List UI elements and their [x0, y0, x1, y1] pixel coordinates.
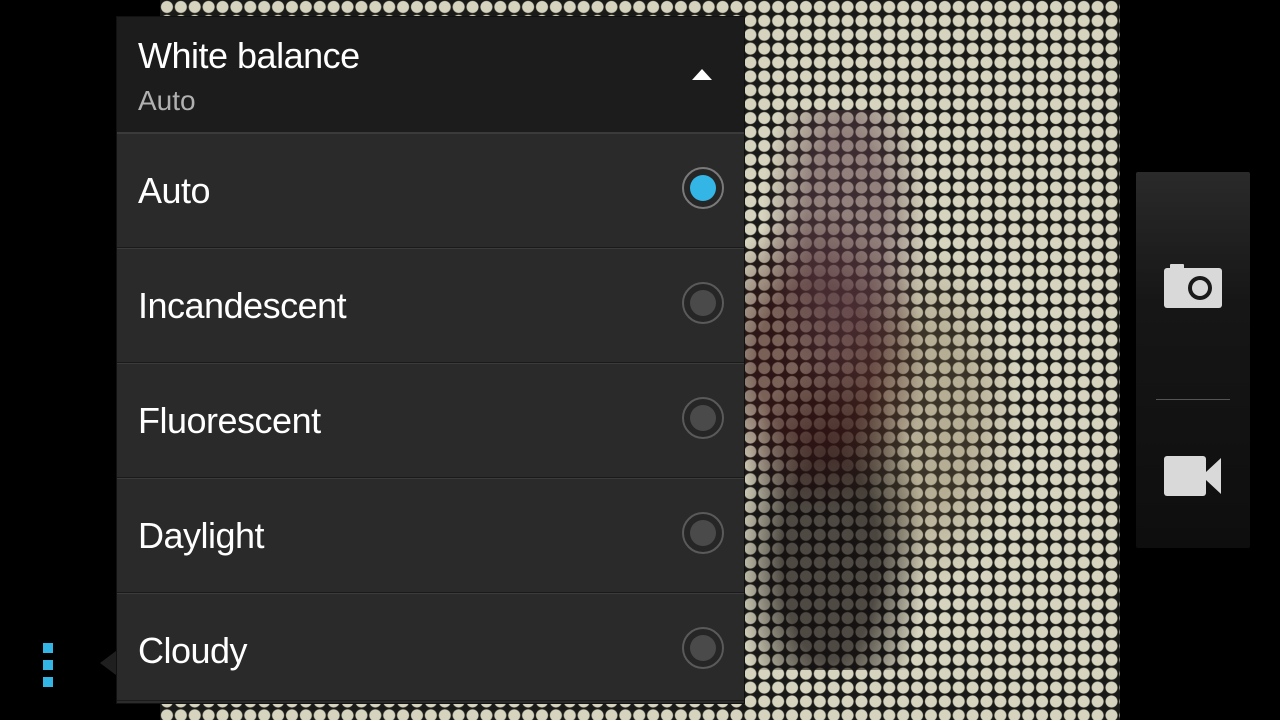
mode-switcher [1136, 172, 1250, 548]
video-camera-icon[interactable] [1164, 454, 1222, 498]
popup-current-value: Auto [138, 85, 196, 116]
popup-header[interactable]: White balance Auto [117, 17, 744, 133]
popup-pointer [100, 651, 116, 675]
option-daylight[interactable]: Daylight [117, 478, 744, 593]
option-label: Incandescent [138, 285, 347, 326]
option-incandescent[interactable]: Incandescent [117, 248, 744, 363]
radio-button[interactable] [682, 512, 724, 554]
camera-screen: White balance Auto Auto Incandescent Flu… [0, 0, 1280, 720]
option-label: Cloudy [138, 630, 248, 671]
radio-button[interactable] [682, 627, 724, 669]
option-label: Fluorescent [138, 400, 321, 441]
chevron-up-icon[interactable] [692, 69, 712, 80]
option-label: Daylight [138, 515, 265, 556]
radio-button[interactable] [682, 282, 724, 324]
camera-icon[interactable] [1164, 264, 1222, 308]
white-balance-options: Auto Incandescent Fluorescent Daylight C… [117, 133, 744, 701]
popup-title: White balance [138, 35, 360, 76]
option-label: Auto [138, 170, 211, 211]
overflow-menu-icon[interactable] [40, 643, 56, 689]
option-auto[interactable]: Auto [117, 133, 744, 248]
radio-button-selected[interactable] [682, 167, 724, 209]
option-fluorescent[interactable]: Fluorescent [117, 363, 744, 478]
mode-divider [1156, 399, 1230, 400]
option-cloudy[interactable]: Cloudy [117, 593, 744, 701]
white-balance-popup: White balance Auto Auto Incandescent Flu… [116, 16, 745, 704]
radio-button[interactable] [682, 397, 724, 439]
